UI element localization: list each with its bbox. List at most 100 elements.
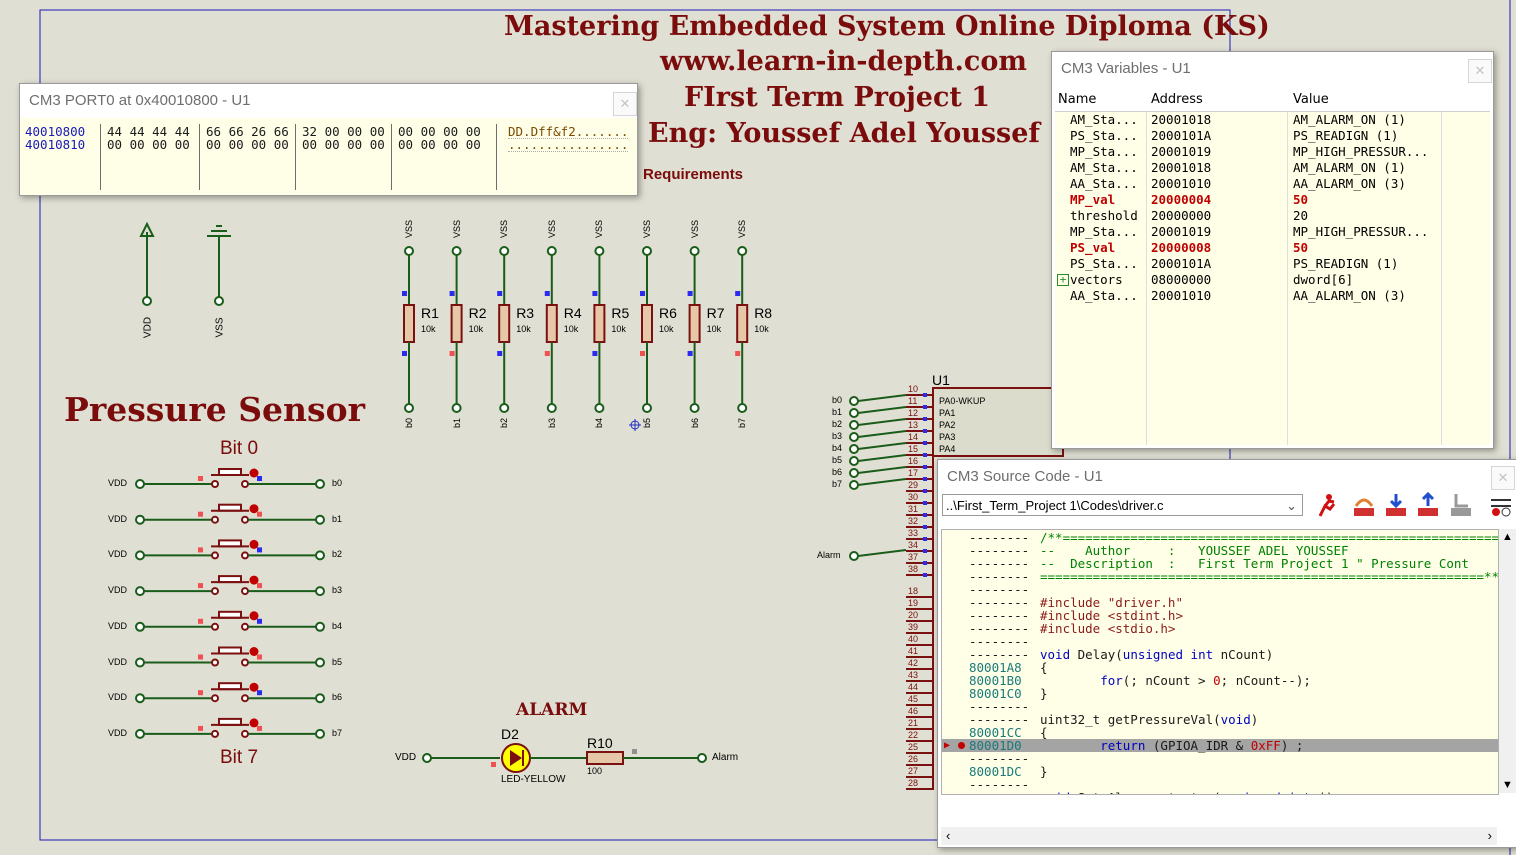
memory-window-title[interactable]: CM3 PORT0 at 0x40010800 - U1 bbox=[20, 84, 637, 118]
run-icon[interactable] bbox=[1313, 492, 1339, 518]
variable-name: PS_Sta... bbox=[1070, 256, 1138, 271]
variable-row[interactable]: AM_Sta... 20001018 AM_ALARM_ON (1) bbox=[1055, 112, 1490, 128]
mcu-net-alarm[interactable] bbox=[849, 549, 907, 561]
button-net-label: b3 bbox=[332, 585, 343, 596]
variable-addr: 20001018 bbox=[1151, 160, 1212, 175]
source-window-close-button[interactable]: ✕ bbox=[1491, 466, 1515, 490]
scroll-left-icon[interactable]: ‹ bbox=[946, 828, 950, 843]
source-line[interactable]: -------- bbox=[942, 752, 1498, 765]
resistor-value: 10k bbox=[611, 324, 626, 334]
r10-value: 100 bbox=[587, 766, 603, 776]
button-vdd-label: VDD bbox=[108, 513, 128, 524]
step-over-icon[interactable] bbox=[1351, 492, 1377, 518]
vdd-terminal[interactable] bbox=[139, 221, 155, 306]
variable-row[interactable]: PS_Sta... 2000101A PS_READIGN (1) bbox=[1055, 256, 1490, 272]
resistor-r4[interactable] bbox=[544, 246, 558, 413]
resistor-net-label: b4 bbox=[594, 418, 605, 429]
mcu-net-b3[interactable] bbox=[849, 430, 907, 442]
push-button-b4[interactable] bbox=[135, 610, 325, 632]
mcu-net-b6[interactable] bbox=[849, 466, 907, 478]
scroll-right-icon[interactable]: › bbox=[1488, 828, 1492, 843]
mcu-net-b7[interactable] bbox=[849, 478, 907, 490]
variable-value: AM_ALARM_ON (1) bbox=[1293, 112, 1406, 127]
mcu-net-b5[interactable] bbox=[849, 454, 907, 466]
column-value-header[interactable]: Value bbox=[1293, 92, 1329, 107]
memory-window[interactable]: CM3 PORT0 at 0x40010800 - U1 ✕ 40010800 4… bbox=[19, 83, 638, 196]
mcu-net-b4[interactable] bbox=[849, 442, 907, 454]
push-button-b3[interactable] bbox=[135, 575, 325, 597]
push-button-b6[interactable] bbox=[135, 682, 325, 704]
memory-window-close-button[interactable]: ✕ bbox=[613, 92, 637, 116]
push-button-b2[interactable] bbox=[135, 539, 325, 561]
mcu-u1-name: U1 bbox=[932, 372, 950, 388]
resistor-r5[interactable] bbox=[592, 246, 606, 413]
scroll-down-icon[interactable]: ▼ bbox=[1502, 779, 1513, 791]
source-file-select[interactable]: ..\First_Term_Project 1\Codes\driver.c ⌄ bbox=[942, 494, 1303, 516]
button-vdd-label: VDD bbox=[108, 585, 128, 596]
resistor-r8[interactable] bbox=[735, 246, 749, 413]
resistor-net-label: b6 bbox=[689, 418, 700, 429]
step-out-icon[interactable] bbox=[1415, 492, 1441, 518]
column-name-header[interactable]: Name bbox=[1058, 92, 1096, 107]
variable-row[interactable]: PS_Sta... 2000101A PS_READIGN (1) bbox=[1055, 128, 1490, 144]
variable-row[interactable]: MP_val 20000004 50 bbox=[1055, 192, 1490, 208]
push-button-b7[interactable] bbox=[135, 717, 325, 739]
mcu-pin-number: 30 bbox=[908, 492, 919, 502]
source-code-view[interactable]: --------/**=============================… bbox=[941, 529, 1499, 795]
resistor-net-label: b3 bbox=[546, 418, 557, 429]
resistor-r3[interactable] bbox=[497, 246, 511, 413]
mcu-pin-number: 45 bbox=[908, 694, 919, 704]
source-line[interactable]: -------- uint32_t getPressureVal(void) bbox=[942, 713, 1498, 726]
variable-row[interactable]: MP_Sta... 20001019 MP_HIGH_PRESSUR... bbox=[1055, 224, 1490, 240]
variable-row[interactable]: MP_Sta... 20001019 MP_HIGH_PRESSUR... bbox=[1055, 144, 1490, 160]
mcu-pin-number: 44 bbox=[908, 682, 919, 692]
resistor-r6[interactable] bbox=[640, 246, 653, 413]
breakpoint-icon[interactable] bbox=[1488, 492, 1514, 518]
source-vertical-scrollbar[interactable]: ▲ ▼ bbox=[1499, 529, 1516, 793]
variables-table[interactable]: Name Address Value AM_Sta... 20001018 AM_A… bbox=[1055, 89, 1490, 445]
mcu-net-b1[interactable] bbox=[849, 406, 907, 418]
source-window-title[interactable]: CM3 Source Code - U1 bbox=[938, 460, 1516, 494]
resistor-r2[interactable] bbox=[449, 246, 463, 413]
variable-row[interactable]: AA_Sta... 20001010 AA_ALARM_ON (3) bbox=[1055, 176, 1490, 192]
button-vdd-label: VDD bbox=[108, 727, 128, 738]
step-to-icon[interactable] bbox=[1448, 492, 1474, 518]
variable-row[interactable]: PS_val 20000008 50 bbox=[1055, 240, 1490, 256]
banner-line-1: Mastering Embedded System Online Diploma… bbox=[504, 11, 1270, 42]
variable-value: PS_READIGN (1) bbox=[1293, 128, 1399, 143]
step-into-icon[interactable] bbox=[1383, 492, 1409, 518]
source-line[interactable]: 80001B0 for(; nCount > 0; nCount--); bbox=[942, 674, 1498, 687]
source-line[interactable]: -------- void Set_Alarm_actuator(unsigned… bbox=[942, 791, 1498, 794]
mcu-pin-number: 32 bbox=[908, 516, 919, 526]
vss-terminal-label: VSS bbox=[214, 317, 226, 338]
source-code-window[interactable]: CM3 Source Code - U1 ✕ ..\First_Term_Pro… bbox=[937, 459, 1516, 848]
variable-row[interactable]: threshold 20000000 20 bbox=[1055, 208, 1490, 224]
source-horizontal-scrollbar[interactable]: ‹ › bbox=[941, 827, 1497, 845]
variable-addr: 2000101A bbox=[1151, 256, 1212, 271]
variable-row[interactable]: + vectors 08000000 dword[6] bbox=[1055, 272, 1490, 288]
variables-window[interactable]: CM3 Variables - U1 ✕ Name Address Value … bbox=[1051, 51, 1494, 449]
resistor-r1[interactable] bbox=[402, 246, 415, 413]
push-button-b1[interactable] bbox=[135, 503, 325, 525]
breakpoint-dot-icon[interactable] bbox=[958, 742, 965, 749]
push-button-b5[interactable] bbox=[135, 646, 325, 668]
variable-row[interactable]: AM_Sta... 20001018 AM_ALARM_ON (1) bbox=[1055, 160, 1490, 176]
scroll-up-icon[interactable]: ▲ bbox=[1502, 531, 1513, 543]
mcu-net-b2[interactable] bbox=[849, 418, 907, 430]
button-net-label: b6 bbox=[332, 692, 343, 703]
variable-row[interactable]: AA_Sta... 20001010 AA_ALARM_ON (3) bbox=[1055, 288, 1490, 304]
mcu-net-b0[interactable] bbox=[849, 394, 907, 406]
source-code-text: void Delay(unsigned int nCount) bbox=[1040, 647, 1274, 662]
vss-terminal[interactable] bbox=[207, 225, 231, 306]
expand-plus-icon[interactable]: + bbox=[1057, 274, 1069, 286]
push-button-b0[interactable] bbox=[135, 468, 325, 489]
variables-window-close-button[interactable]: ✕ bbox=[1468, 59, 1492, 83]
chevron-down-icon[interactable]: ⌄ bbox=[1286, 495, 1297, 515]
memory-dump[interactable]: 40010800 44 44 44 44 66 66 26 66 32 00 00 0… bbox=[20, 118, 637, 195]
variables-window-title[interactable]: CM3 Variables - U1 bbox=[1052, 52, 1493, 86]
r10-name: R10 bbox=[587, 735, 613, 751]
source-line[interactable]: -------- void Delay(unsigned int nCount) bbox=[942, 647, 1498, 662]
resistor-r7[interactable] bbox=[687, 246, 701, 413]
alarm-circuit[interactable] bbox=[422, 743, 707, 773]
column-address-header[interactable]: Address bbox=[1151, 92, 1203, 107]
